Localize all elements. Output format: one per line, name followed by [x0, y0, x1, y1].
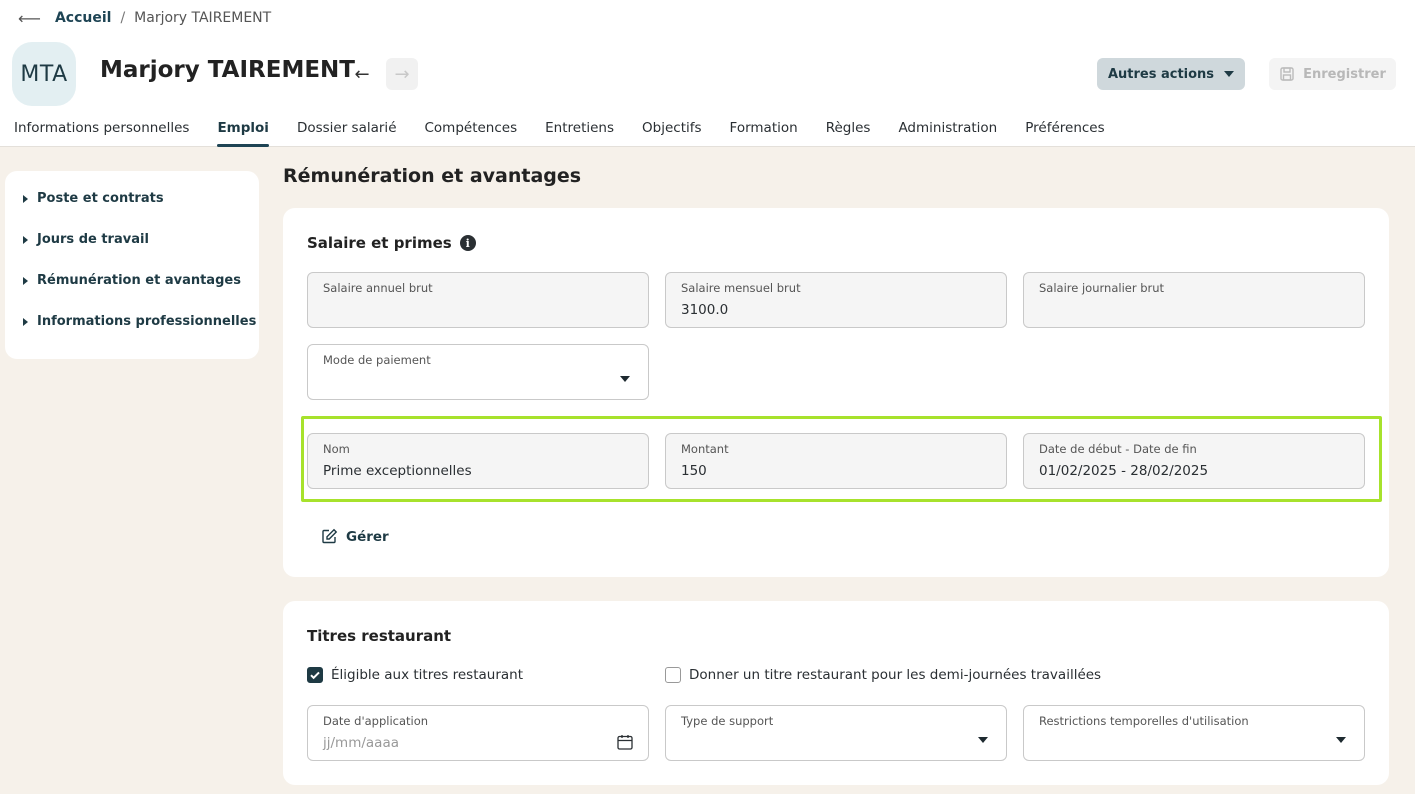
tab-bar: Informations personnelles Emploi Dossier…	[0, 118, 1119, 147]
tab-interviews[interactable]: Entretiens	[531, 118, 628, 147]
sidebar: Poste et contrats Jours de travail Rémun…	[5, 171, 259, 359]
tab-objectives[interactable]: Objectifs	[628, 118, 716, 147]
support-type-select[interactable]: Type de support	[665, 705, 1007, 761]
half-day-checkbox-row[interactable]: Donner un titre restaurant pour les demi…	[665, 667, 1101, 683]
monthly-salary-field[interactable]: Salaire mensuel brut 3100.0	[665, 272, 1007, 328]
field-label: Date d'application	[323, 714, 429, 728]
info-icon[interactable]: i	[459, 235, 476, 251]
avatar: MTA	[12, 42, 76, 106]
caret-down-icon	[1224, 71, 1235, 77]
meal-voucher-card: Titres restaurant Éligible aux titres re…	[283, 601, 1389, 785]
field-label: Type de support	[681, 714, 774, 728]
tab-administration[interactable]: Administration	[884, 118, 1011, 147]
section-title: Rémunération et avantages	[283, 165, 582, 187]
checkbox-label: Éligible aux titres restaurant	[331, 667, 523, 683]
salary-title-text: Salaire et primes	[307, 234, 452, 252]
eligible-checkbox-row[interactable]: Éligible aux titres restaurant	[307, 667, 523, 683]
annual-salary-field[interactable]: Salaire annuel brut	[307, 272, 649, 328]
save-button[interactable]: Enregistrer	[1269, 58, 1396, 90]
previous-employee-button[interactable]: ←	[346, 58, 378, 90]
breadcrumb-separator: /	[120, 10, 126, 26]
breadcrumb: ⟵ Accueil / Marjory TAIREMENT	[18, 8, 271, 28]
next-employee-button[interactable]: →	[386, 58, 418, 90]
checkbox-label: Donner un titre restaurant pour les demi…	[689, 667, 1102, 683]
daily-salary-field[interactable]: Salaire journalier brut	[1023, 272, 1365, 328]
field-placeholder: jj/mm/aaaa	[323, 735, 399, 751]
page-title: Marjory TAIREMENT	[100, 57, 355, 83]
sidebar-item-label: Rémunération et avantages	[37, 273, 241, 288]
field-value: 3100.0	[681, 302, 729, 318]
save-label: Enregistrer	[1303, 66, 1386, 82]
checkbox-checked[interactable]	[307, 667, 323, 683]
triangle-right-icon	[23, 277, 28, 285]
breadcrumb-current: Marjory TAIREMENT	[134, 10, 272, 26]
dropdown-caret-icon	[1336, 737, 1346, 743]
top-bar: ⟵ Accueil / Marjory TAIREMENT MTA Marjor…	[0, 0, 1415, 147]
triangle-right-icon	[23, 318, 28, 326]
other-actions-button[interactable]: Autres actions	[1097, 58, 1245, 90]
edit-icon	[322, 528, 338, 544]
salary-card: Salaire et primes i Salaire annuel brut …	[283, 208, 1389, 577]
time-restrictions-select[interactable]: Restrictions temporelles d'utilisation	[1023, 705, 1365, 761]
field-label: Mode de paiement	[323, 353, 431, 367]
tab-skills[interactable]: Compétences	[411, 118, 532, 147]
sidebar-item-compensation[interactable]: Rémunération et avantages	[23, 273, 259, 314]
tab-employment[interactable]: Emploi	[203, 118, 282, 147]
field-label: Salaire annuel brut	[323, 281, 433, 295]
floppy-disk-icon	[1280, 67, 1294, 81]
salary-card-title: Salaire et primes i	[307, 234, 476, 252]
payment-mode-select[interactable]: Mode de paiement	[307, 344, 649, 400]
field-label: Restrictions temporelles d'utilisation	[1039, 714, 1249, 728]
field-label: Salaire journalier brut	[1039, 281, 1165, 295]
meal-card-title: Titres restaurant	[307, 627, 452, 645]
sidebar-item-positions-contracts[interactable]: Poste et contrats	[23, 191, 259, 232]
sidebar-item-work-days[interactable]: Jours de travail	[23, 232, 259, 273]
calendar-icon[interactable]	[616, 733, 634, 751]
bonus-highlight-frame	[301, 416, 1382, 502]
breadcrumb-home-link[interactable]: Accueil	[55, 10, 112, 26]
sidebar-item-label: Jours de travail	[37, 232, 149, 247]
tab-preferences[interactable]: Préférences	[1011, 118, 1118, 147]
checkbox-unchecked[interactable]	[665, 667, 681, 683]
tab-training[interactable]: Formation	[716, 118, 812, 147]
tab-employee-file[interactable]: Dossier salarié	[283, 118, 411, 147]
triangle-right-icon	[23, 236, 28, 244]
dropdown-caret-icon	[620, 376, 630, 382]
back-arrow-icon[interactable]: ⟵	[18, 9, 41, 28]
other-actions-label: Autres actions	[1107, 66, 1215, 82]
application-date-input[interactable]: Date d'application jj/mm/aaaa	[307, 705, 649, 761]
manage-label: Gérer	[346, 528, 389, 545]
tab-personal-info[interactable]: Informations personnelles	[0, 118, 203, 147]
sidebar-item-label: Informations professionnelles	[37, 314, 257, 329]
triangle-right-icon	[23, 195, 28, 203]
sidebar-item-professional-info[interactable]: Informations professionnelles	[23, 314, 259, 355]
check-icon	[310, 671, 320, 680]
manage-button[interactable]: Gérer	[321, 528, 389, 545]
sidebar-item-label: Poste et contrats	[37, 191, 164, 206]
field-label: Salaire mensuel brut	[681, 281, 801, 295]
dropdown-caret-icon	[978, 737, 988, 743]
tab-rules[interactable]: Règles	[812, 118, 885, 147]
